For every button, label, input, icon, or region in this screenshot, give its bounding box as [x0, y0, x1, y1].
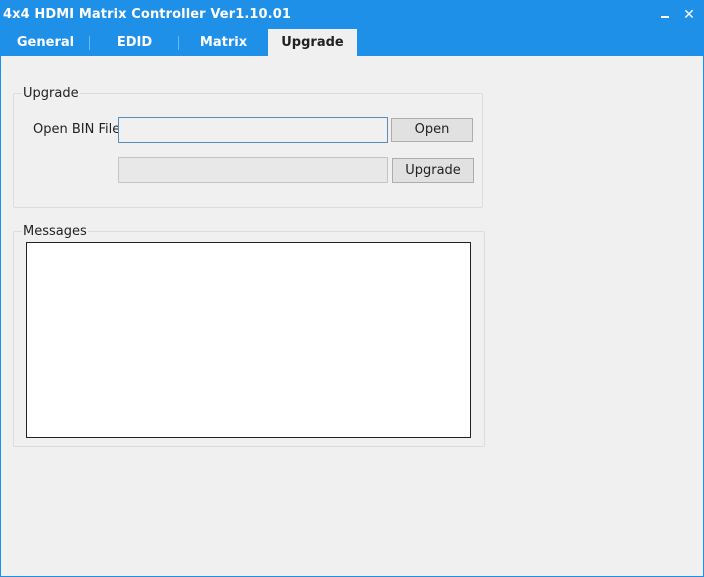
tab-general-label: General — [16, 35, 75, 50]
close-button[interactable]: ✕ — [679, 5, 699, 25]
minimize-icon — [661, 16, 669, 18]
tab-upgrade-label: Upgrade — [281, 35, 344, 50]
upgrade-button-label: Upgrade — [405, 163, 461, 178]
messages-group-title: Messages — [22, 224, 88, 239]
tab-bar: General EDID Matrix Upgrade — [1, 29, 703, 56]
bin-file-path-input[interactable] — [118, 117, 388, 143]
tab-general[interactable]: General — [1, 29, 90, 56]
tab-matrix-label: Matrix — [199, 35, 248, 50]
upgrade-progress-field — [118, 157, 388, 183]
window-title: 4x4 HDMI Matrix Controller Ver1.10.01 — [3, 7, 292, 22]
tab-upgrade[interactable]: Upgrade — [268, 29, 357, 56]
title-bar[interactable]: 4x4 HDMI Matrix Controller Ver1.10.01 ✕ — [1, 1, 703, 29]
upgrade-group-title: Upgrade — [22, 86, 80, 101]
open-button[interactable]: Open — [391, 118, 473, 142]
tab-edid[interactable]: EDID — [90, 29, 179, 56]
open-bin-file-label: Open BIN File — [33, 122, 121, 137]
open-button-label: Open — [414, 122, 450, 137]
tab-edid-label: EDID — [116, 35, 153, 50]
app-window: 4x4 HDMI Matrix Controller Ver1.10.01 ✕ … — [0, 0, 704, 577]
minimize-button[interactable] — [655, 5, 675, 25]
upgrade-group — [13, 93, 483, 208]
messages-textarea[interactable] — [26, 242, 471, 438]
close-icon: ✕ — [683, 7, 695, 23]
tab-matrix[interactable]: Matrix — [179, 29, 268, 56]
upgrade-button[interactable]: Upgrade — [392, 158, 474, 183]
